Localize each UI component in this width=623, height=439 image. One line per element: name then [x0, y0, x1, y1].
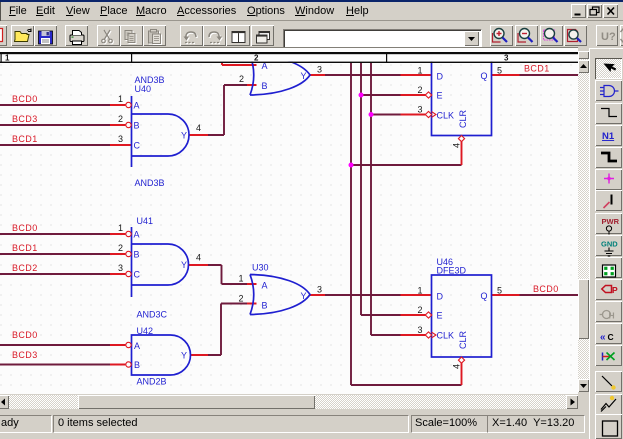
svg-text:3: 3 [418, 105, 423, 115]
svg-text:A: A [262, 281, 268, 291]
svg-text:4: 4 [452, 143, 462, 148]
svg-text:E: E [437, 91, 443, 101]
svg-text:Y: Y [181, 260, 187, 270]
svg-text:BCD1: BCD1 [12, 243, 38, 253]
svg-text:BCD3: BCD3 [12, 114, 38, 124]
svg-text:BCD3: BCD3 [12, 350, 38, 360]
svg-text:BCD0: BCD0 [533, 284, 559, 294]
svg-text:3: 3 [418, 325, 423, 335]
svg-text:B: B [134, 360, 140, 370]
svg-text:Y: Y [181, 351, 187, 361]
svg-text:Y: Y [301, 291, 307, 301]
svg-text:3: 3 [118, 263, 123, 273]
svg-text:3: 3 [118, 134, 123, 144]
svg-text:AND3B: AND3B [135, 178, 165, 188]
svg-text:2: 2 [118, 243, 123, 253]
svg-text:B: B [134, 121, 140, 131]
svg-text:N1: N1 [602, 131, 615, 142]
svg-text:P: P [612, 285, 618, 295]
svg-text:BCD0: BCD0 [12, 94, 38, 104]
svg-text:2: 2 [418, 85, 423, 95]
svg-text:B: B [262, 301, 268, 311]
svg-text:Q: Q [481, 71, 488, 81]
svg-text:3: 3 [317, 65, 322, 75]
svg-text:GND: GND [601, 240, 618, 249]
svg-text:4: 4 [452, 364, 462, 369]
svg-text:3: 3 [317, 285, 322, 295]
svg-text:1: 1 [118, 94, 123, 104]
svg-text:C: C [608, 332, 614, 342]
svg-text:U42: U42 [137, 326, 154, 336]
svg-text:CLR: CLR [458, 109, 468, 128]
svg-text:4: 4 [196, 253, 201, 263]
svg-text:5: 5 [497, 66, 502, 76]
svg-text:A: A [134, 230, 140, 240]
svg-text:CLK: CLK [437, 111, 455, 121]
svg-text:5: 5 [497, 286, 502, 296]
svg-text:BCD1: BCD1 [524, 64, 550, 74]
svg-text:D: D [437, 72, 444, 82]
svg-text:U40: U40 [135, 84, 152, 94]
svg-text:D: D [437, 292, 444, 302]
svg-text:U30: U30 [252, 263, 269, 273]
svg-text:2: 2 [239, 74, 244, 84]
svg-text:CLR: CLR [458, 330, 468, 349]
svg-text:B: B [262, 81, 268, 91]
svg-text:B: B [134, 250, 140, 260]
svg-text:«: « [600, 332, 606, 343]
svg-text:BCD1: BCD1 [12, 134, 38, 144]
svg-text:1: 1 [118, 223, 123, 233]
svg-text:AND2B: AND2B [137, 377, 167, 387]
svg-text:A: A [134, 101, 140, 111]
svg-text:BCD2: BCD2 [12, 263, 38, 273]
svg-text:1: 1 [418, 66, 423, 76]
svg-text:1: 1 [239, 274, 244, 284]
svg-text:DFE3D: DFE3D [437, 266, 467, 276]
svg-text:2: 2 [118, 114, 123, 124]
svg-text:Q: Q [481, 291, 488, 301]
svg-text:H: H [609, 311, 615, 321]
svg-text:U41: U41 [137, 216, 154, 226]
svg-text:BCD0: BCD0 [12, 330, 38, 340]
svg-text:Y: Y [181, 131, 187, 141]
svg-text:PWR: PWR [602, 217, 620, 226]
svg-text:A: A [134, 341, 140, 351]
svg-text:1: 1 [418, 286, 423, 296]
svg-text:2: 2 [239, 294, 244, 304]
svg-text:AND3C: AND3C [137, 310, 168, 320]
svg-text:E: E [437, 311, 443, 321]
svg-text:C: C [134, 141, 141, 151]
svg-text:2: 2 [418, 305, 423, 315]
svg-text:4: 4 [196, 123, 201, 133]
svg-text:3: 3 [504, 54, 509, 63]
svg-text:C: C [134, 270, 141, 280]
svg-text:CLK: CLK [437, 331, 455, 341]
svg-text:1: 1 [5, 54, 10, 63]
svg-text:Y: Y [301, 71, 307, 81]
svg-text:2: 2 [254, 54, 259, 63]
svg-text:BCD0: BCD0 [12, 223, 38, 233]
